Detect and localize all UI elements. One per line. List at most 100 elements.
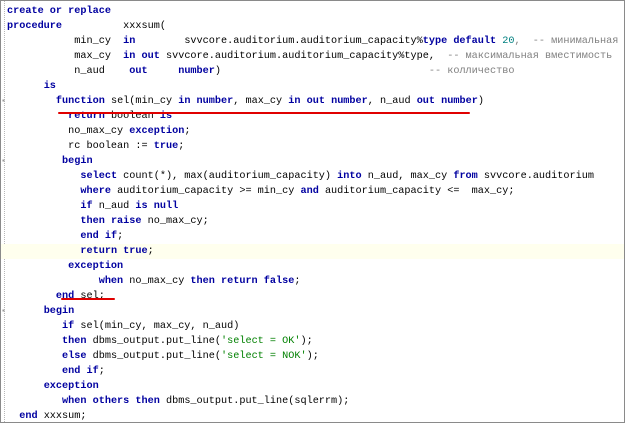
code-editor[interactable]: create or replace procedure xxxsum( min_c… [0, 0, 625, 423]
code-token-kw: end [55, 291, 75, 302]
code-token-kw: when [98, 276, 124, 287]
code-token-plain: svvcore.auditorium.auditorium_capacity%t… [159, 51, 448, 62]
code-token-plain: ; [178, 141, 185, 152]
code-token-kw: in [123, 36, 136, 47]
code-token-kw: true [153, 141, 179, 152]
code-token-kw: begin [62, 156, 93, 167]
code-line[interactable]: exception [1, 259, 624, 274]
code-token-kw: if [62, 321, 75, 332]
code-line[interactable]: end if; [1, 229, 624, 244]
code-token-kw: if [80, 201, 93, 212]
code-line[interactable]: then dbms_output.put_line('select = OK')… [1, 334, 624, 349]
code-line[interactable]: min_cy in svvcore.auditorium.auditorium_… [1, 34, 624, 49]
code-token-kw: exception [129, 126, 185, 137]
code-token-plain: auditorium_capacity >= min_cy [110, 186, 301, 197]
code-line[interactable]: if sel(min_cy, max_cy, n_aud) [1, 319, 624, 334]
code-token-plain: xxxsum( [62, 21, 166, 32]
code-token-plain: max_cy [7, 51, 124, 62]
code-line[interactable]: where auditorium_capacity >= min_cy and … [1, 184, 624, 199]
code-line[interactable]: select count(*), max(auditorium_capacity… [1, 169, 624, 184]
code-token-kw: out [129, 66, 148, 77]
code-line[interactable]: then raise no_max_cy; [1, 214, 624, 229]
code-token-plain: dbms_output.put_line( [86, 351, 221, 362]
code-token-kw: end if [62, 366, 99, 377]
code-token-plain: ; [117, 231, 124, 242]
code-token-kw: exception [68, 261, 124, 272]
code-line[interactable]: when others then dbms_output.put_line(sq… [1, 394, 624, 409]
fold-marker-icon[interactable]: ▪ [1, 97, 6, 106]
code-token-kw: begin [43, 306, 75, 317]
code-token-num: 20 [502, 36, 515, 47]
fold-marker-icon[interactable]: ▪ [1, 307, 6, 316]
code-token-plain: n_aud, max_cy [361, 171, 454, 182]
code-token-kw: into [337, 171, 362, 182]
code-line[interactable]: when no_max_cy then return false; [1, 274, 624, 289]
code-line[interactable]: begin [1, 154, 624, 169]
code-line[interactable]: max_cy in out svvcore.auditorium.auditor… [1, 49, 624, 64]
code-token-kw: out number [416, 96, 478, 107]
code-token-kw: then return false [190, 276, 295, 287]
code-line[interactable]: else dbms_output.put_line('select = NOK'… [1, 349, 624, 364]
code-token-plain: ) [214, 66, 429, 77]
code-line[interactable]: begin [1, 304, 624, 319]
code-token-plain: svvcore.auditorium [477, 171, 594, 182]
code-token-plain: n_aud [92, 201, 136, 212]
code-token-plain: svvcore.auditorium.auditorium_capacity% [135, 36, 423, 47]
code-token-kw: then [62, 336, 87, 347]
code-token-str: 'select = OK' [221, 336, 301, 347]
code-line[interactable]: n_aud out number) -- колличество [1, 64, 624, 79]
code-line[interactable]: is [1, 79, 624, 94]
code-token-plain: n_aud [7, 66, 130, 77]
code-token-kw: in number [178, 96, 234, 107]
code-line[interactable]: end sel; [1, 289, 624, 304]
code-token-plain: min_cy [7, 36, 124, 47]
code-token-kw: function [55, 96, 105, 107]
code-token-kw: procedure [7, 21, 63, 32]
code-token-plain: ; [98, 366, 105, 377]
code-token-plain: dbms_output.put_line(sqlerrm); [159, 396, 350, 407]
code-token-kw: in out [123, 51, 160, 62]
code-line[interactable]: function sel(min_cy in number, max_cy in… [1, 94, 624, 109]
code-line[interactable]: if n_aud is null [1, 199, 624, 214]
code-token-plain: sel; [74, 291, 105, 302]
code-token-plain: count(*), max(auditorium_capacity) [117, 171, 338, 182]
code-line[interactable]: return true; [1, 244, 624, 259]
code-token-plain: rc boolean := [7, 141, 154, 152]
code-token-kw: is null [135, 201, 179, 212]
code-token-plain: ; [184, 126, 191, 137]
code-line[interactable]: exception [1, 379, 624, 394]
code-line[interactable]: end xxxsum; [1, 409, 624, 422]
code-token-str: 'select = NOK' [221, 351, 307, 362]
code-token-plain: ); [306, 351, 319, 362]
code-token-kw: number [178, 66, 215, 77]
code-token-kw: type default [422, 36, 503, 47]
code-token-plain: sel(min_cy, max_cy, n_aud) [74, 321, 240, 332]
fold-marker-icon[interactable]: ▪ [1, 157, 6, 166]
code-line[interactable]: create or replace [1, 4, 624, 19]
code-token-plain: , max_cy [233, 96, 289, 107]
code-token-kw: else [62, 351, 87, 362]
code-token-plain: no_max_cy [7, 126, 130, 137]
code-token-kw: where [80, 186, 111, 197]
code-line[interactable]: no_max_cy exception; [1, 124, 624, 139]
code-line[interactable]: rc boolean := true; [1, 139, 624, 154]
code-token-cmt: -- максимальная вместимость [447, 51, 613, 62]
code-line[interactable]: end if; [1, 364, 624, 379]
code-line[interactable]: procedure xxxsum( [1, 19, 624, 34]
code-token-plain: auditorium_capacity <= max_cy; [318, 186, 515, 197]
